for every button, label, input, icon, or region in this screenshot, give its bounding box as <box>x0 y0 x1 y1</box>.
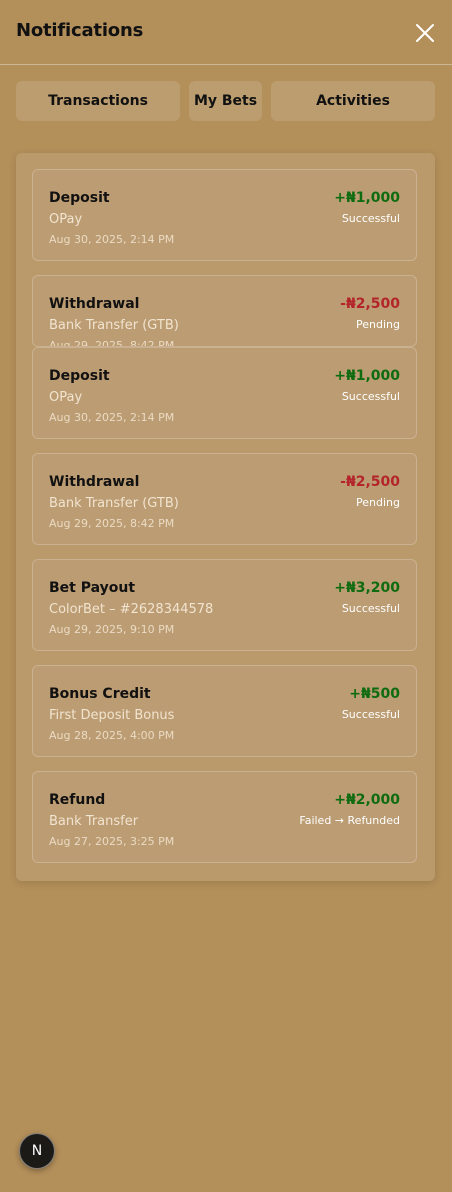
notification-title: Deposit <box>49 190 110 206</box>
notification-title: Withdrawal <box>49 296 140 312</box>
status-badge: Successful <box>341 602 400 615</box>
notification-date: Aug 29, 2025, 8:42 PM <box>49 339 175 347</box>
notification-title: Deposit <box>49 368 110 384</box>
notification-amount: -₦2,500 <box>340 474 400 490</box>
list-item[interactable]: Deposit OPay Aug 30, 2025, 2:14 PM +₦1,0… <box>32 169 417 261</box>
notification-title: Withdrawal <box>49 474 140 490</box>
status-badge: Pending <box>356 496 400 509</box>
notification-title: Bet Payout <box>49 580 136 596</box>
tab-my-bets[interactable]: My Bets <box>189 81 262 121</box>
status-badge: Pending <box>356 318 400 331</box>
list-item[interactable]: Refund Bank Transfer Aug 27, 2025, 3:25 … <box>32 771 417 863</box>
tab-bar: Transactions My Bets Activities <box>16 81 436 121</box>
notification-date: Aug 30, 2025, 2:14 PM <box>49 233 175 246</box>
notification-amount: +₦2,000 <box>334 792 400 808</box>
notification-title: Refund <box>49 792 106 808</box>
list-item[interactable]: Withdrawal Bank Transfer (GTB) Aug 29, 2… <box>32 275 417 347</box>
notification-date: Aug 30, 2025, 2:14 PM <box>49 411 175 424</box>
notification-subtitle: OPay <box>49 212 83 227</box>
notification-amount: +₦1,000 <box>334 190 400 206</box>
notification-subtitle: Bank Transfer (GTB) <box>49 496 179 511</box>
status-badge: Successful <box>341 212 400 225</box>
status-badge: Failed → Refunded <box>299 814 400 827</box>
notification-amount: +₦1,000 <box>334 368 400 384</box>
notification-amount: -₦2,500 <box>340 296 400 312</box>
page-title: Notifications <box>16 20 144 41</box>
close-icon[interactable] <box>414 22 436 44</box>
notification-subtitle: First Deposit Bonus <box>49 708 175 723</box>
notification-date: Aug 28, 2025, 4:00 PM <box>49 729 175 742</box>
notification-amount: +₦3,200 <box>334 580 400 596</box>
notification-subtitle: OPay <box>49 390 83 405</box>
status-badge: Successful <box>341 390 400 403</box>
tab-activities[interactable]: Activities <box>271 81 435 121</box>
header: Notifications <box>0 0 452 65</box>
notification-subtitle: Bank Transfer (GTB) <box>49 318 179 333</box>
notification-title: Bonus Credit <box>49 686 151 702</box>
list-item[interactable]: Bonus Credit First Deposit Bonus Aug 28,… <box>32 665 417 757</box>
notifications-list: Deposit OPay Aug 30, 2025, 2:14 PM +₦1,0… <box>16 153 435 881</box>
list-item[interactable]: Deposit OPay Aug 30, 2025, 2:14 PM +₦1,0… <box>32 347 417 439</box>
notification-subtitle: ColorBet – #2628344578 <box>49 602 214 617</box>
list-item[interactable]: Withdrawal Bank Transfer (GTB) Aug 29, 2… <box>32 453 417 545</box>
tab-transactions[interactable]: Transactions <box>16 81 180 121</box>
notification-date: Aug 27, 2025, 3:25 PM <box>49 835 175 848</box>
notification-subtitle: Bank Transfer <box>49 814 139 829</box>
status-badge: Successful <box>341 708 400 721</box>
notification-date: Aug 29, 2025, 8:42 PM <box>49 517 175 530</box>
notification-date: Aug 29, 2025, 9:10 PM <box>49 623 175 636</box>
notification-amount: +₦500 <box>349 686 400 702</box>
avatar[interactable]: N <box>19 1133 55 1169</box>
list-item[interactable]: Bet Payout ColorBet – #2628344578 Aug 29… <box>32 559 417 651</box>
